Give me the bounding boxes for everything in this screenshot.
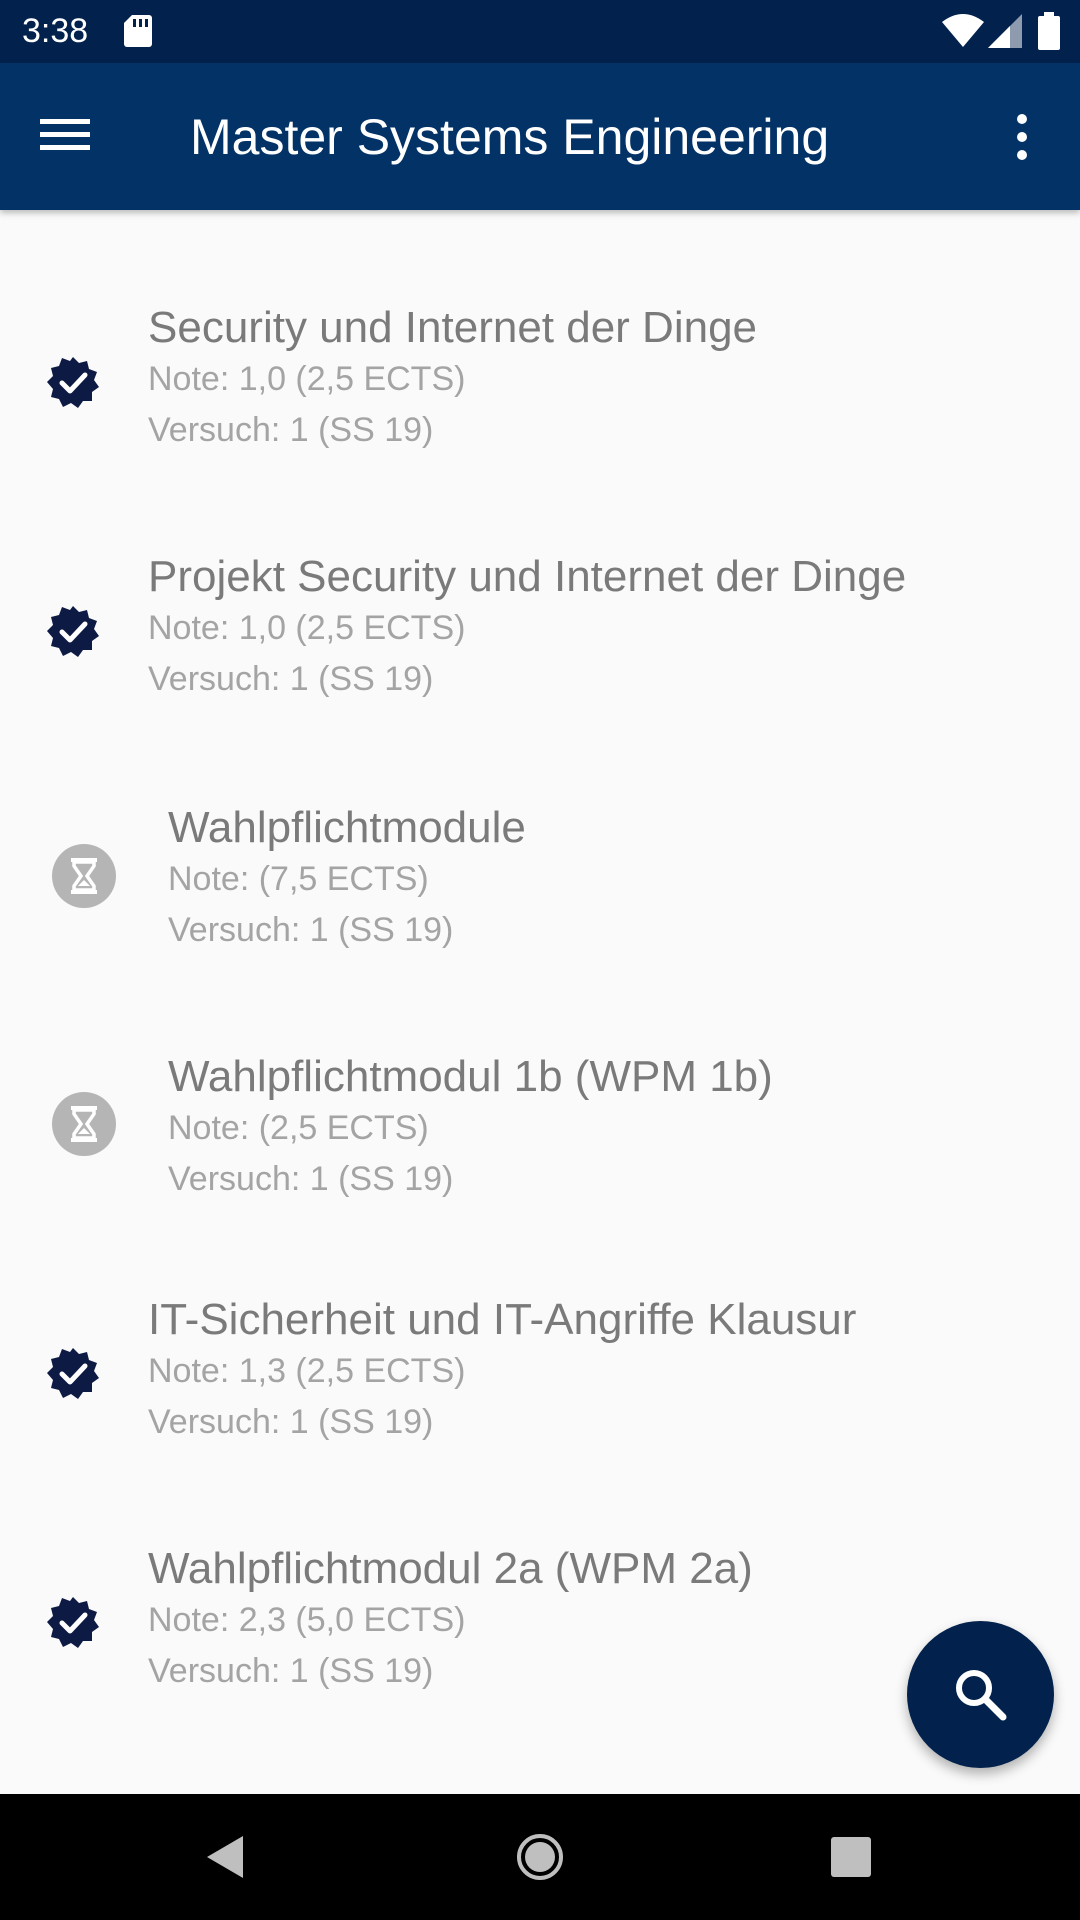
page-title: Master Systems Engineering — [190, 109, 830, 165]
verified-check-icon — [47, 606, 99, 657]
module-grade: Note: 1,0 (2,5 ECTS) — [148, 360, 466, 398]
app-bar: Master Systems Engineering — [0, 63, 1080, 210]
verified-check-icon — [47, 1348, 99, 1399]
navigation-bar — [0, 1794, 1080, 1920]
verified-check-icon — [47, 1597, 99, 1648]
module-grade: Note: 1,0 (2,5 ECTS) — [148, 609, 466, 647]
list-item[interactable]: Projekt Security und Internet der Dinge … — [0, 459, 1080, 708]
status-time: 3:38 — [22, 12, 89, 50]
module-attempt: Versuch: 1 (SS 19) — [168, 911, 454, 949]
module-title: IT-Sicherheit und IT-Angriffe Klausur — [148, 1295, 857, 1344]
module-grade: Note: (7,5 ECTS) — [168, 860, 429, 898]
signal-icon — [988, 14, 1022, 48]
wifi-icon — [942, 14, 984, 47]
hourglass-icon — [52, 1092, 116, 1156]
list-item[interactable]: IT-Sicherheit und IT-Angriffe Klausur No… — [0, 1206, 1080, 1455]
hourglass-icon — [52, 844, 116, 908]
sd-card-icon — [124, 15, 152, 47]
back-icon[interactable] — [205, 1834, 245, 1880]
module-title: Wahlpflichtmodul 1b (WPM 1b) — [168, 1052, 773, 1101]
module-title: Projekt Security und Internet der Dinge — [148, 552, 907, 601]
verified-check-icon — [47, 357, 99, 408]
module-grade: Note: 2,3 (5,0 ECTS) — [148, 1601, 466, 1639]
module-title: Wahlpflichtmodul 2a (WPM 2a) — [148, 1544, 753, 1593]
menu-icon[interactable] — [40, 113, 94, 157]
status-bar: 3:38 — [0, 0, 1080, 63]
module-title: Wahlpflichtmodule — [168, 803, 526, 852]
more-vert-icon[interactable] — [1010, 113, 1034, 161]
list-item[interactable]: Security und Internet der Dinge Note: 1,… — [0, 210, 1080, 459]
battery-icon — [1038, 12, 1060, 50]
home-icon[interactable] — [515, 1832, 565, 1882]
list-item[interactable]: Wahlpflichtmodul 1b (WPM 1b) Note: (2,5 … — [0, 957, 1080, 1206]
module-attempt: Versuch: 1 (SS 19) — [148, 1652, 434, 1690]
module-attempt: Versuch: 1 (SS 19) — [148, 660, 434, 698]
search-icon — [956, 1670, 1007, 1721]
module-attempt: Versuch: 1 (SS 19) — [148, 411, 434, 449]
search-button[interactable] — [907, 1621, 1054, 1768]
list-item[interactable]: Wahlpflichtmodule Note: (7,5 ECTS) Versu… — [0, 708, 1080, 957]
module-grade: Note: (2,5 ECTS) — [168, 1109, 429, 1147]
module-attempt: Versuch: 1 (SS 19) — [148, 1403, 434, 1441]
module-attempt: Versuch: 1 (SS 19) — [168, 1160, 454, 1198]
recents-icon[interactable] — [831, 1837, 871, 1877]
module-grade: Note: 1,3 (2,5 ECTS) — [148, 1352, 466, 1390]
module-title: Security und Internet der Dinge — [148, 303, 758, 352]
